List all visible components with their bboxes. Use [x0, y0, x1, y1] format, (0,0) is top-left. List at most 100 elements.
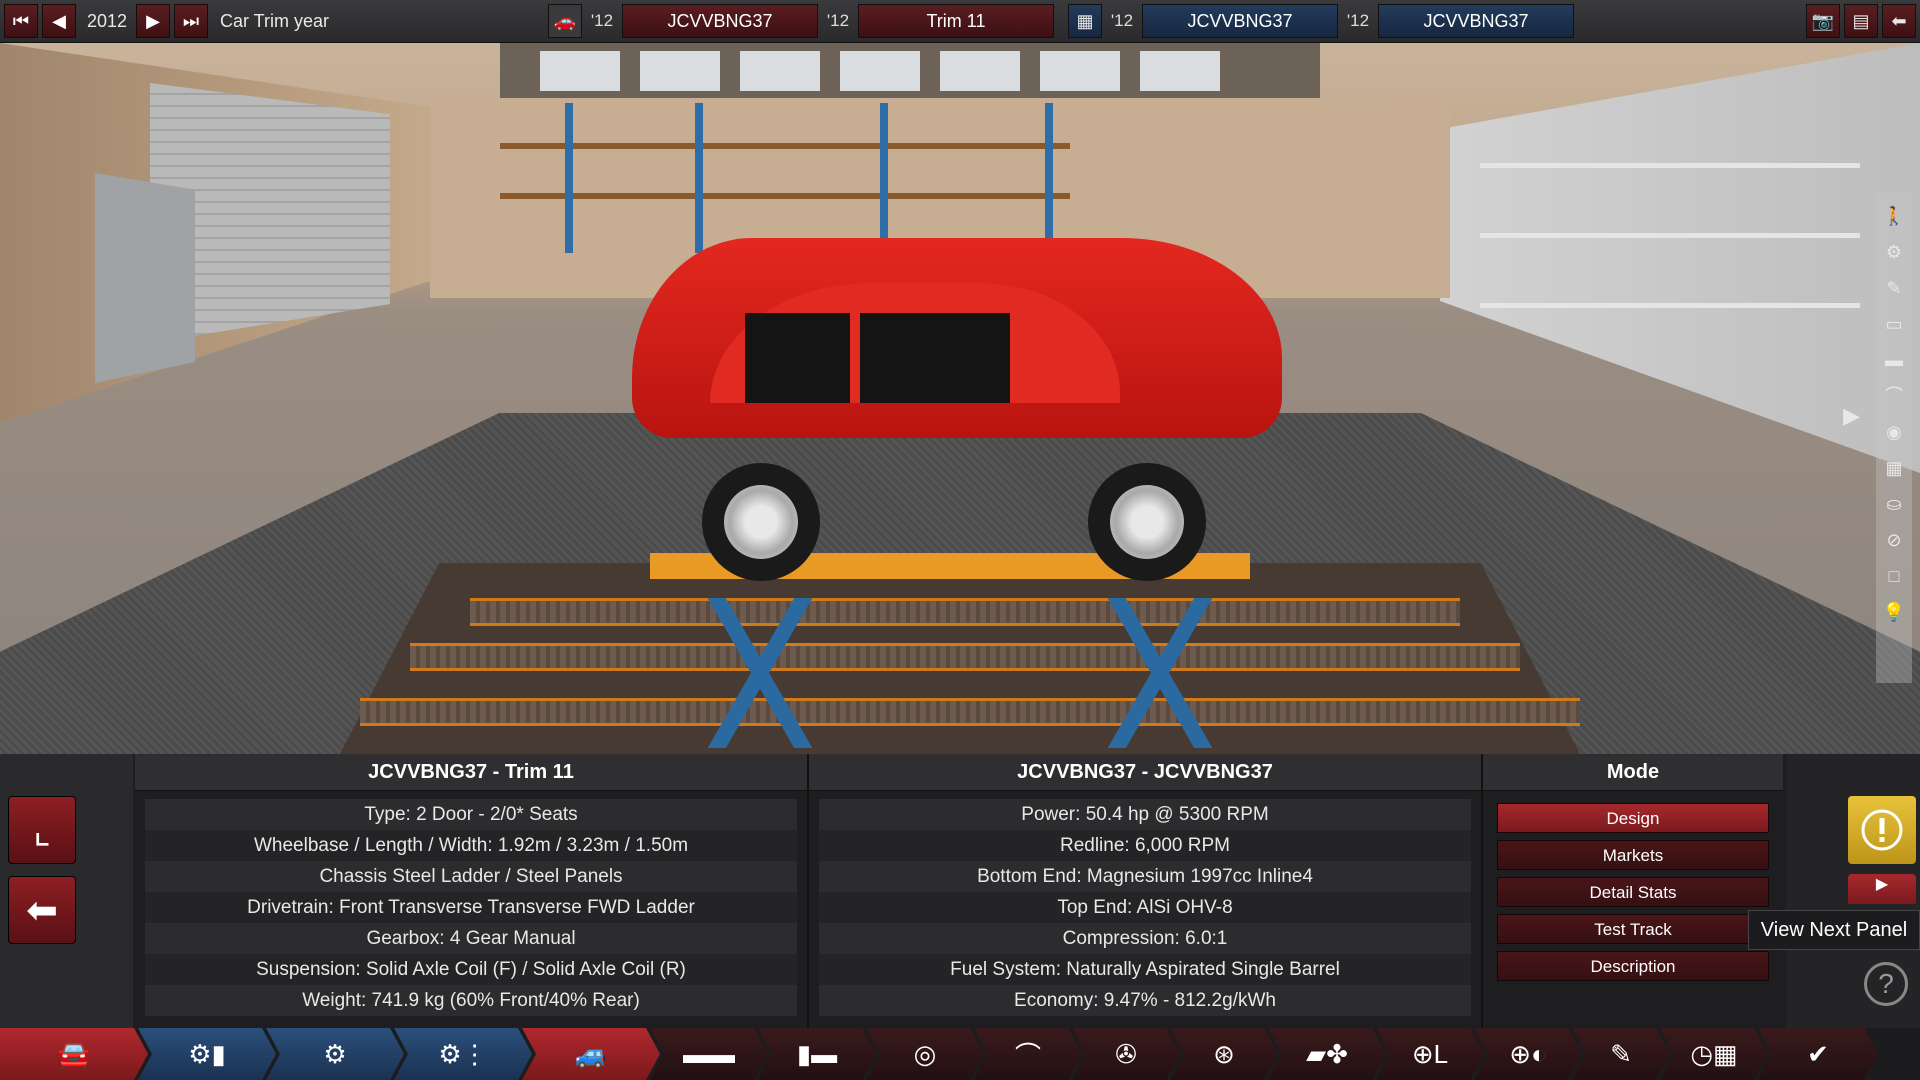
- test-track-mode-button[interactable]: Test Track: [1497, 914, 1769, 944]
- left-action-strip: ⌞ ⬅: [0, 754, 133, 1028]
- nav-aero-tab[interactable]: ▰✤: [1268, 1028, 1386, 1080]
- last-year-button[interactable]: ⏭: [174, 4, 208, 38]
- car-info-row: Drivetrain: Front Transverse Transverse …: [145, 892, 797, 923]
- wheel-icon[interactable]: ⚙: [1881, 239, 1907, 265]
- back-button[interactable]: ⬅: [8, 876, 76, 944]
- engine-variant-field[interactable]: JCVVBNG37: [1378, 4, 1574, 38]
- wheels-icon: ✇: [1115, 1038, 1137, 1069]
- ceiling: [500, 43, 1320, 98]
- square-icon[interactable]: □: [1881, 563, 1907, 589]
- model-name-field[interactable]: JCVVBNG37: [622, 4, 818, 38]
- car-trim-icon: 🚙: [574, 1038, 608, 1069]
- wall-shelf: [1480, 163, 1860, 168]
- engine-info-column: JCVVBNG37 - JCVVBNG37 Power: 50.4 hp @ 5…: [809, 754, 1483, 1028]
- engine-info-row: Redline: 6,000 RPM: [819, 830, 1471, 861]
- nav-gearbox-tab[interactable]: ▮▬: [758, 1028, 876, 1080]
- paint-icon[interactable]: ✎: [1881, 275, 1907, 301]
- nav-engine-tab[interactable]: ⚙: [266, 1028, 404, 1080]
- tire-icon[interactable]: ⊘: [1881, 527, 1907, 553]
- warning-button[interactable]: [1848, 796, 1916, 864]
- nav-chassis-tab[interactable]: ▬▬: [650, 1028, 768, 1080]
- next-year-button[interactable]: ▶: [136, 4, 170, 38]
- car-info-row: Wheelbase / Length / Width: 1.92m / 3.23…: [145, 830, 797, 861]
- camera-icon[interactable]: 📷: [1806, 4, 1840, 38]
- nav-performance-tab[interactable]: ◷▦: [1660, 1028, 1768, 1080]
- detail-stats-mode-button[interactable]: Detail Stats: [1497, 877, 1769, 907]
- help-icon: ?: [1878, 968, 1894, 999]
- nav-steering-tab[interactable]: ⊕L: [1376, 1028, 1484, 1080]
- nav-engine-block-tab[interactable]: ⚙▮: [138, 1028, 276, 1080]
- nav-paint-tab[interactable]: ✎: [1572, 1028, 1670, 1080]
- engine-info-row: Economy: 9.47% - 812.2g/kWh: [819, 985, 1471, 1016]
- year-display: 2012: [86, 10, 128, 31]
- pit-grate: [410, 643, 1520, 671]
- prev-year-button[interactable]: ◀: [42, 4, 76, 38]
- first-icon: ⏮: [12, 10, 30, 31]
- engine-info-row: Compression: 6.0:1: [819, 923, 1471, 954]
- turbo-icon: ◎: [913, 1038, 937, 1069]
- prev-icon: ◀: [52, 10, 66, 31]
- table-icon[interactable]: ▤: [1844, 4, 1878, 38]
- engine-family-icon: ⚙⋮: [438, 1038, 488, 1069]
- description-mode-button[interactable]: Description: [1497, 951, 1769, 981]
- engine-info-title: JCVVBNG37 - JCVVBNG37: [809, 754, 1481, 791]
- engine-family-year: '12: [1110, 11, 1134, 30]
- next-panel-tooltip: View Next Panel: [1748, 910, 1920, 950]
- fixture-icon[interactable]: ▭: [1881, 311, 1907, 337]
- bulb-icon[interactable]: 💡: [1881, 599, 1907, 625]
- shelf-pillar: [1045, 103, 1053, 253]
- light-icon[interactable]: ◉: [1881, 419, 1907, 445]
- engine-info-row: Bottom End: Magnesium 1997cc Inline4: [819, 861, 1471, 892]
- lift-scissor: [1090, 598, 1230, 748]
- nav-car-tab[interactable]: 🚘: [0, 1028, 148, 1080]
- nav-exhaust-tab[interactable]: ⊛: [1170, 1028, 1278, 1080]
- back-icon[interactable]: ⬅: [1882, 4, 1916, 38]
- grille-icon[interactable]: ▦: [1881, 455, 1907, 481]
- next-icon: ▶: [146, 10, 160, 31]
- front-wheel: [702, 463, 820, 581]
- performance-icon: ◷▦: [1690, 1038, 1738, 1069]
- engine-info-row: Power: 50.4 hp @ 5300 RPM: [819, 799, 1471, 830]
- tire-rim-icon: ⊕◐: [1509, 1038, 1547, 1069]
- gearbox-icon: ▮▬: [796, 1038, 838, 1069]
- shelf-pillar: [695, 103, 703, 253]
- first-year-button[interactable]: ⏮: [4, 4, 38, 38]
- design-mode-button[interactable]: Design: [1497, 803, 1769, 833]
- expand-arrow-icon[interactable]: ▶: [1843, 403, 1860, 429]
- trim-icon[interactable]: ▬: [1881, 347, 1907, 373]
- nav-fuel-tab[interactable]: ⌒: [974, 1028, 1082, 1080]
- paint-icon: ✎: [1610, 1038, 1632, 1069]
- seat-icon[interactable]: ⛀: [1881, 491, 1907, 517]
- nav-wheels-tab[interactable]: ✇: [1072, 1028, 1180, 1080]
- engine-icon[interactable]: ▦: [1068, 4, 1102, 38]
- view-toolbar: 🚶 ⚙ ✎ ▭ ▬ ⌒ ◉ ▦ ⛀ ⊘ □ 💡: [1876, 193, 1912, 683]
- top-right-actions: 📷 ▤ ⬅: [1802, 4, 1916, 38]
- mode-title: Mode: [1483, 754, 1783, 791]
- engine-block-icon: ⚙▮: [188, 1038, 226, 1069]
- nav-done-tab[interactable]: ✔: [1758, 1028, 1878, 1080]
- car-info-row: Type: 2 Door - 2/0* Seats: [145, 799, 797, 830]
- nav-turbo-tab[interactable]: ◎: [866, 1028, 984, 1080]
- roof-icon[interactable]: ⌒: [1881, 383, 1907, 409]
- car-info-row: Chassis Steel Ladder / Steel Panels: [145, 861, 797, 892]
- nav-tire-rim-tab[interactable]: ⊕◐: [1474, 1028, 1582, 1080]
- shelf-pillar: [565, 103, 573, 253]
- person-icon[interactable]: 🚶: [1881, 203, 1907, 229]
- markets-mode-button[interactable]: Markets: [1497, 840, 1769, 870]
- help-button[interactable]: ?: [1864, 962, 1908, 1006]
- aero-icon: ▰✤: [1306, 1038, 1348, 1069]
- corner-mode-button[interactable]: ⌞: [8, 796, 76, 864]
- wall-shelf: [1480, 233, 1860, 238]
- corner-icon: ⌞: [33, 809, 51, 852]
- pit-grate: [470, 598, 1460, 626]
- nav-engine-family-tab[interactable]: ⚙⋮: [394, 1028, 532, 1080]
- next-panel-button[interactable]: ▶: [1848, 874, 1916, 904]
- garage-viewport[interactable]: ▶ 🚶 ⚙ ✎ ▭ ▬ ⌒ ◉ ▦ ⛀ ⊘ □ 💡: [0, 43, 1920, 754]
- engine-selector-group: ▦ '12 JCVVBNG37 '12 JCVVBNG37: [1068, 4, 1574, 38]
- nav-car-trim-tab[interactable]: 🚙: [522, 1028, 660, 1080]
- engine-family-field[interactable]: JCVVBNG37: [1142, 4, 1338, 38]
- trim-year: '12: [826, 11, 850, 30]
- trim-name-field[interactable]: Trim 11: [858, 4, 1054, 38]
- car-model-icon[interactable]: 🚗: [548, 4, 582, 38]
- engine-variant-year: '12: [1346, 11, 1370, 30]
